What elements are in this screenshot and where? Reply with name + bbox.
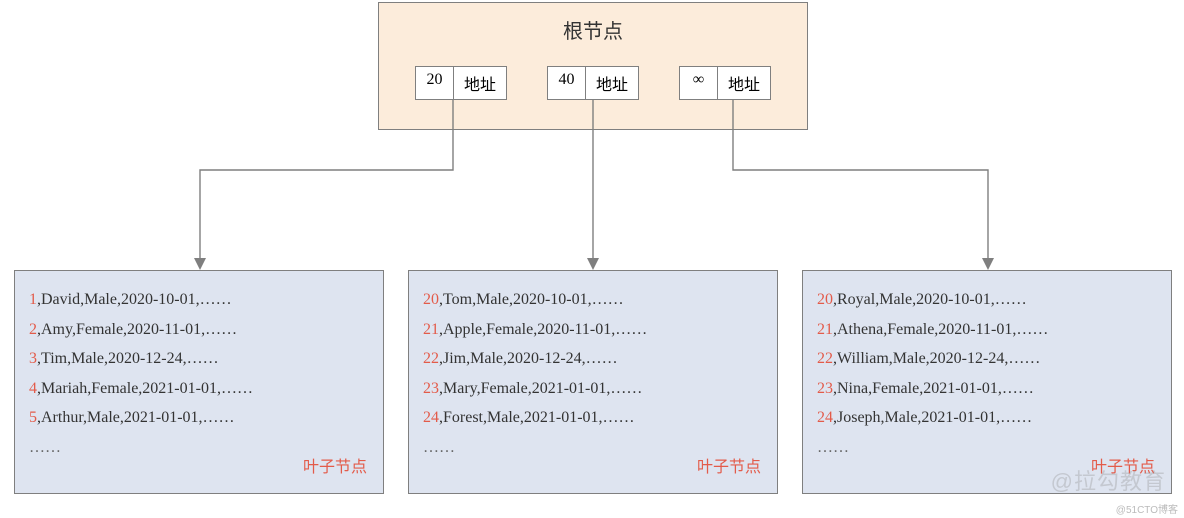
row-index: 21 [423, 321, 439, 338]
row-index: 20 [423, 291, 439, 308]
row-index: 24 [423, 409, 439, 426]
row-index: 1 [29, 291, 37, 308]
row-rest: ,William,Male,2020-12-24,…… [833, 350, 1040, 367]
leaf-label: 叶子节点 [697, 453, 761, 483]
row-index: 21 [817, 321, 833, 338]
row-rest: ,Apple,Female,2020-11-01,…… [439, 321, 647, 338]
leaf-row: 23,Mary,Female,2021-01-01,…… [423, 374, 763, 404]
leaf-label: 叶子节点 [303, 453, 367, 483]
leaf-node-2: 20,Royal,Male,2020-10-01,…… 21,Athena,Fe… [802, 270, 1172, 494]
root-key-2: ∞ 地址 [679, 66, 771, 100]
leaf-row: 21,Athena,Female,2020-11-01,…… [817, 315, 1157, 345]
leaf-row: 21,Apple,Female,2020-11-01,…… [423, 315, 763, 345]
root-key-0-addr: 地址 [454, 67, 506, 99]
root-key-2-value: ∞ [680, 67, 718, 99]
watermark-brand: @拉勾教育 [1051, 464, 1166, 496]
leaf-row: 5,Arthur,Male,2021-01-01,…… [29, 403, 369, 433]
row-index: 2 [29, 321, 37, 338]
root-key-1: 40 地址 [547, 66, 639, 100]
root-title: 根节点 [379, 15, 807, 44]
row-rest: ,Royal,Male,2020-10-01,…… [833, 291, 1027, 308]
row-index: 23 [423, 380, 439, 397]
row-rest: ,Joseph,Male,2021-01-01,…… [833, 409, 1032, 426]
leaf-row: 20,Tom,Male,2020-10-01,…… [423, 285, 763, 315]
row-rest: ,Mariah,Female,2021-01-01,…… [37, 380, 253, 397]
row-index: 24 [817, 409, 833, 426]
leaf-row: 22,William,Male,2020-12-24,…… [817, 344, 1157, 374]
leaf-row: 4,Mariah,Female,2021-01-01,…… [29, 374, 369, 404]
row-index: 22 [817, 350, 833, 367]
leaf-row: 1,David,Male,2020-10-01,…… [29, 285, 369, 315]
row-rest: ,Mary,Female,2021-01-01,…… [439, 380, 642, 397]
row-rest: ,Tom,Male,2020-10-01,…… [439, 291, 624, 308]
row-index: 23 [817, 380, 833, 397]
row-rest: ,Arthur,Male,2021-01-01,…… [37, 409, 235, 426]
row-rest: ,Jim,Male,2020-12-24,…… [439, 350, 618, 367]
leaf-row: 20,Royal,Male,2020-10-01,…… [817, 285, 1157, 315]
row-rest: ,Forest,Male,2021-01-01,…… [439, 409, 635, 426]
root-key-0-value: 20 [416, 67, 454, 99]
root-node: 根节点 20 地址 40 地址 ∞ 地址 [378, 2, 808, 130]
leaf-row: 24,Joseph,Male,2021-01-01,…… [817, 403, 1157, 433]
root-key-0: 20 地址 [415, 66, 507, 100]
leaf-node-0: 1,David,Male,2020-10-01,…… 2,Amy,Female,… [14, 270, 384, 494]
leaf-row: 2,Amy,Female,2020-11-01,…… [29, 315, 369, 345]
root-key-row: 20 地址 40 地址 ∞ 地址 [379, 66, 807, 100]
root-key-2-addr: 地址 [718, 67, 770, 99]
watermark-blog: @51CTO博客 [1116, 501, 1178, 516]
row-index: 22 [423, 350, 439, 367]
leaf-row: 22,Jim,Male,2020-12-24,…… [423, 344, 763, 374]
row-rest: ,Amy,Female,2020-11-01,…… [37, 321, 237, 338]
row-rest: ,Nina,Female,2021-01-01,…… [833, 380, 1034, 397]
row-rest: ,Athena,Female,2020-11-01,…… [833, 321, 1048, 338]
row-rest: ,David,Male,2020-10-01,…… [37, 291, 232, 308]
row-rest: ,Tim,Male,2020-12-24,…… [37, 350, 219, 367]
row-index: 3 [29, 350, 37, 367]
row-index: 20 [817, 291, 833, 308]
root-key-1-value: 40 [548, 67, 586, 99]
leaf-row: 3,Tim,Male,2020-12-24,…… [29, 344, 369, 374]
row-index: 4 [29, 380, 37, 397]
row-index: 5 [29, 409, 37, 426]
root-key-1-addr: 地址 [586, 67, 638, 99]
leaf-row: 23,Nina,Female,2021-01-01,…… [817, 374, 1157, 404]
leaf-row: 24,Forest,Male,2021-01-01,…… [423, 403, 763, 433]
leaf-node-1: 20,Tom,Male,2020-10-01,…… 21,Apple,Femal… [408, 270, 778, 494]
